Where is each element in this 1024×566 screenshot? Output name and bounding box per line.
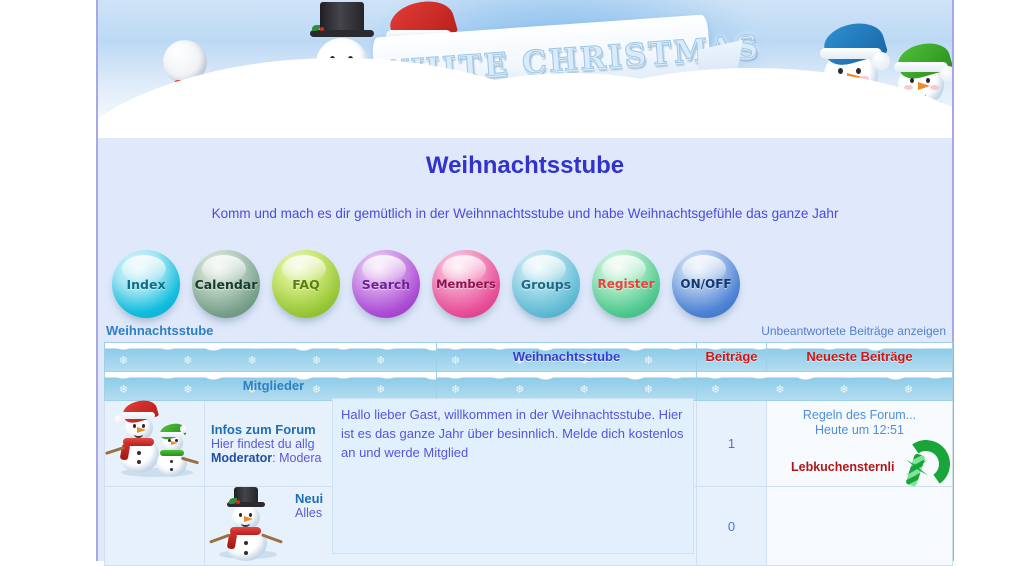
nav-button-groups[interactable]: Groups: [512, 250, 580, 318]
header-label-latest: Neueste Beiträge: [806, 349, 913, 364]
forum-post-count: 0: [696, 486, 767, 566]
subheader-cell-members: ❄ ❄ ❄ ❄ ❄ Mitglieder: [104, 371, 437, 401]
nav-label-members: Members: [436, 277, 496, 291]
forum-post-count: 1: [696, 400, 767, 487]
header-label-members: Mitglieder: [242, 378, 305, 393]
nav-label-groups: Groups: [520, 276, 572, 292]
subheader-cell-forum: ❄ ❄ ❄ ❄: [436, 371, 697, 401]
snowflake-decor-icon: ❄ ❄ ❄ ❄: [711, 384, 940, 396]
tophat-snowman-icon: [209, 487, 287, 561]
header-cell-forum: ❄ ❄ ❄ ❄ Weihnachtsstube: [436, 342, 697, 372]
nav-label-search: Search: [361, 276, 411, 292]
forum-last-post-cell: Regeln des Forum... Heute um 12:51 Lebku…: [766, 400, 954, 492]
nav-label-register: Register: [597, 277, 655, 291]
main-navigation: Index Calendar FAQ Search Members Groups…: [98, 241, 952, 327]
forum-icon-cell: [104, 396, 205, 487]
header-cell-posts: Beiträge: [696, 342, 767, 372]
forum-last-post-cell: [766, 486, 953, 566]
moderator-label: Moderator: [211, 451, 273, 465]
site-banner: WHITE CHRISTMAS: [98, 0, 952, 138]
snowflake-decor-icon: ❄ ❄ ❄ ❄: [451, 384, 680, 396]
nav-label-faq: FAQ: [292, 276, 320, 292]
forum-description: Alles: [295, 506, 323, 520]
nav-button-onoff[interactable]: ON/OFF: [672, 250, 740, 318]
forum-link[interactable]: Neui: [295, 491, 323, 506]
nav-label-calendar: Calendar: [194, 276, 258, 292]
header-label-forum: Weihnachtsstube: [512, 349, 621, 364]
last-post-time: Heute um 12:51: [815, 422, 904, 437]
moderator-name[interactable]: Modera: [279, 451, 321, 465]
nav-button-register[interactable]: Register: [592, 250, 660, 318]
nav-button-members[interactable]: Members: [432, 250, 500, 318]
subheader-cell-latest: ❄ ❄ ❄ ❄: [696, 371, 953, 401]
nav-label-onoff: ON/OFF: [680, 277, 732, 291]
page-title: Weihnachtsstube: [425, 152, 625, 179]
forum-icon-cell: [104, 486, 205, 566]
snowflake-decor-icon: ❄ ❄ ❄ ❄ ❄: [119, 355, 412, 367]
page-frame: WHITE CHRISTMAS Weihnachtsstube Komm und…: [96, 0, 954, 566]
nav-label-index: Index: [126, 276, 166, 292]
forum-table-subheader-row: ❄ ❄ ❄ ❄ ❄ Mitglieder ❄ ❄ ❄ ❄ ❄ ❄ ❄ ❄: [104, 371, 953, 401]
page-subtitle: Komm und mach es dir gemütlich in der We…: [211, 206, 839, 221]
header-cell-blank: ❄ ❄ ❄ ❄ ❄: [104, 342, 437, 372]
forum-table-header-row: ❄ ❄ ❄ ❄ ❄ ❄ ❄ ❄ ❄ Weihnachtsstube Beiträ…: [104, 342, 953, 372]
candy-cane-icon: [890, 435, 954, 492]
two-snowmen-icon: [105, 396, 203, 479]
nav-button-search[interactable]: Search: [352, 250, 420, 318]
header-cell-latest: Neueste Beiträge: [766, 342, 953, 372]
last-post-author[interactable]: Lebkuchensternli: [791, 460, 895, 474]
header-label-posts: Beiträge: [705, 349, 758, 364]
nav-button-index[interactable]: Index: [112, 250, 180, 318]
last-post-topic[interactable]: Regeln des Forum...: [773, 408, 946, 423]
guest-welcome-tooltip: Hallo lieber Gast, willkommen in der Wei…: [332, 398, 694, 554]
nav-button-faq[interactable]: FAQ: [272, 250, 340, 318]
nav-button-calendar[interactable]: Calendar: [192, 250, 260, 318]
